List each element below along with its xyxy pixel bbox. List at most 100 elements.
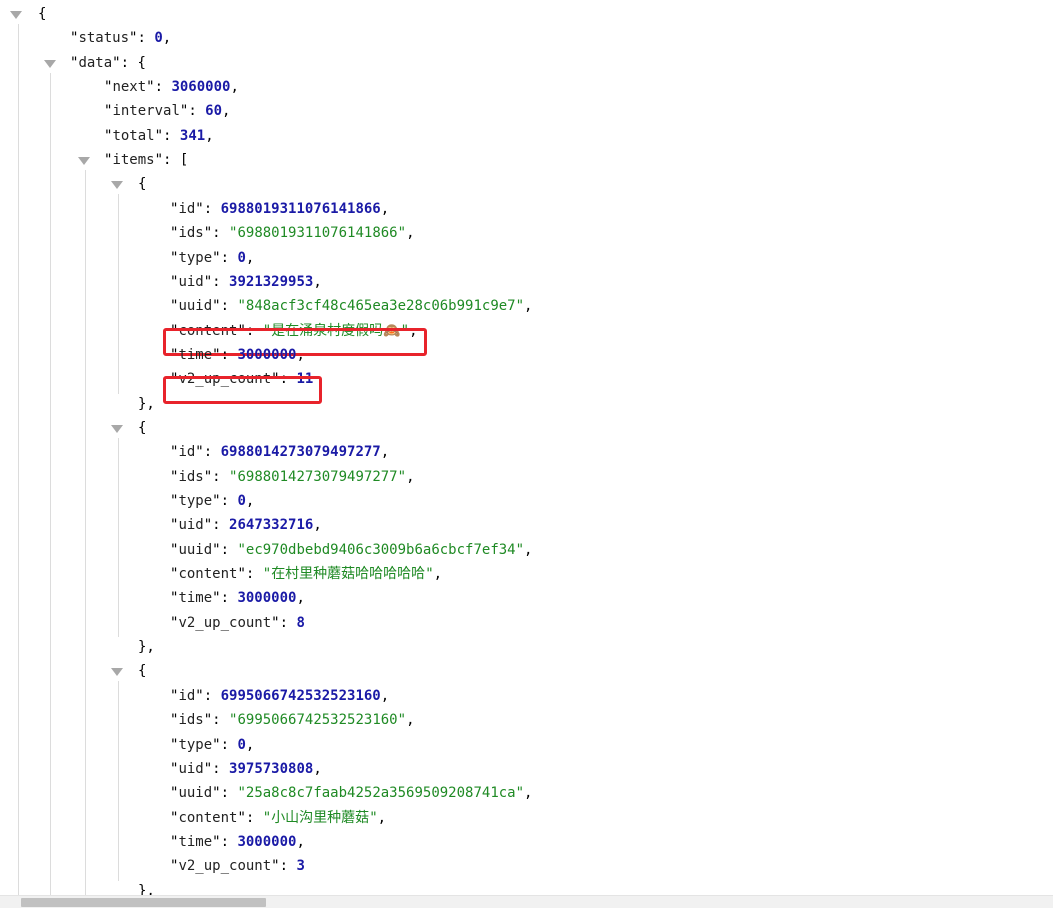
colon: : — [203, 200, 221, 217]
json-line-content: "v2_up_count": 8 — [170, 613, 305, 633]
json-line-content: "ids": "6995066742532523160", — [170, 710, 415, 730]
json-key: v2_up_count — [178, 858, 272, 875]
json-line-content: "interval": 60, — [104, 101, 230, 121]
quote: " — [237, 566, 246, 583]
json-line-uid: "uid": 2647332716, — [0, 515, 1053, 535]
json-line-uuid: "uuid": "25a8c8c7faab4252a3569509208741c… — [0, 783, 1053, 803]
comma: , — [230, 79, 239, 96]
json-line-content: "items": [ — [104, 150, 188, 170]
json-open-line: { — [0, 661, 1053, 681]
scrollbar-thumb[interactable] — [21, 898, 266, 907]
json-value: ec970dbebd9406c3009b6a6cbcf7ef34 — [245, 541, 516, 558]
json-line-content: { — [38, 4, 46, 24]
json-key: content — [178, 566, 238, 583]
colon: : — [220, 493, 238, 509]
json-line-data: "data": { — [0, 53, 1053, 73]
triangle-down-icon[interactable] — [78, 150, 92, 170]
json-line-uid: "uid": 3975730808, — [0, 759, 1053, 779]
json-value: 3000000 — [237, 590, 297, 607]
json-value: 是在涌泉村度假吗🙈 — [271, 322, 401, 339]
quote: " — [400, 322, 410, 339]
triangle-down-icon[interactable] — [111, 661, 125, 681]
triangle-down-icon[interactable] — [44, 53, 58, 73]
colon: : — [163, 152, 180, 169]
json-line-content: "uid": 2647332716, — [170, 515, 322, 535]
json-line-content: "total": 341, — [104, 126, 214, 146]
horizontal-scrollbar[interactable] — [0, 895, 1053, 908]
json-line-id: "id": 6995066742532523160, — [0, 686, 1053, 706]
comma: , — [524, 298, 533, 315]
triangle-down-icon[interactable] — [111, 174, 125, 194]
comma: , — [380, 444, 390, 461]
json-value: 8 — [296, 614, 305, 631]
quote: " — [203, 760, 213, 777]
triangle-down-icon[interactable] — [10, 4, 24, 24]
json-line-content: "time": 3000000, — [170, 345, 305, 365]
colon: : — [220, 346, 238, 363]
json-line-v2-up-count: "v2_up_count": 8 — [0, 613, 1053, 633]
json-viewer: {"status": 0, "data": {"next": 3060000, "i… — [0, 0, 1053, 895]
quote: " — [271, 371, 280, 388]
comma: , — [406, 712, 415, 729]
json-line-content: "uuid": "ec970dbebd9406c3009b6a6cbcf7ef3… — [170, 540, 532, 560]
colon: : — [212, 468, 230, 485]
quote: " — [146, 79, 155, 96]
json-value: 11 — [296, 371, 314, 388]
json-close-line: }, — [0, 881, 1053, 895]
quote: " — [397, 712, 407, 729]
triangle-down-icon[interactable] — [111, 418, 125, 438]
json-line-content: "content": "是在涌泉村度假吗🙈", — [170, 321, 418, 341]
json-line-ids: "ids": "6988014273079497277", — [0, 467, 1053, 487]
json-close-bracket: }, — [138, 882, 155, 895]
comma: , — [205, 127, 214, 144]
json-close-line: }, — [0, 394, 1053, 414]
quote: " — [515, 785, 525, 802]
json-line-uuid: "uuid": "848acf3cf48c465ea3e28c06b991c9e… — [0, 296, 1053, 316]
quote: " — [195, 687, 204, 704]
comma: , — [524, 785, 533, 802]
comma: , — [245, 736, 255, 753]
comma: , — [162, 30, 172, 47]
quote: " — [203, 712, 213, 729]
json-value: 在村里种蘑菇哈哈哈哈哈 — [271, 566, 426, 583]
quote: " — [203, 517, 213, 534]
colon: : — [220, 736, 238, 753]
json-line-total: "total": 341, — [0, 126, 1053, 146]
comma: , — [245, 493, 255, 509]
colon: : — [212, 225, 230, 242]
quote: " — [212, 785, 221, 802]
json-line-content: "content": "在村里种蘑菇哈哈哈哈哈", — [170, 564, 442, 584]
colon: : — [163, 127, 180, 144]
json-line-content: "type": 0, — [170, 491, 254, 511]
json-key: v2_up_count — [178, 614, 272, 631]
colon: : — [245, 566, 263, 583]
json-key: uid — [178, 760, 204, 777]
quote: " — [515, 298, 525, 315]
json-line-id: "id": 6988014273079497277, — [0, 442, 1053, 462]
json-value: 3000000 — [237, 346, 297, 363]
json-value: 小山沟里种蘑菇 — [271, 809, 370, 826]
json-key: status — [78, 30, 130, 47]
json-key: next — [112, 79, 147, 96]
quote: " — [369, 809, 378, 826]
json-line-content: "status": 0, — [70, 28, 171, 48]
json-value: 0 — [154, 30, 163, 47]
quote: " — [195, 444, 204, 461]
quote: " — [515, 541, 525, 558]
json-line-type: "type": 0, — [0, 491, 1053, 511]
json-value: 0 — [237, 736, 246, 753]
comma: , — [380, 687, 390, 704]
json-line-content: "id": 6995066742532523160, — [170, 686, 389, 706]
json-key: v2_up_count — [178, 371, 272, 388]
json-line-content: }, — [138, 394, 155, 414]
json-key: type — [178, 736, 213, 753]
quote: " — [425, 566, 434, 583]
json-key: id — [178, 444, 196, 461]
json-line-content: "content": "在村里种蘑菇哈哈哈哈哈", — [0, 564, 1053, 584]
colon: : — [212, 517, 230, 534]
json-open-bracket: { — [137, 54, 146, 71]
quote: " — [262, 566, 272, 583]
json-key: ids — [178, 468, 204, 485]
json-value: 6988019311076141866 — [237, 225, 398, 242]
json-value: 2647332716 — [229, 517, 314, 534]
